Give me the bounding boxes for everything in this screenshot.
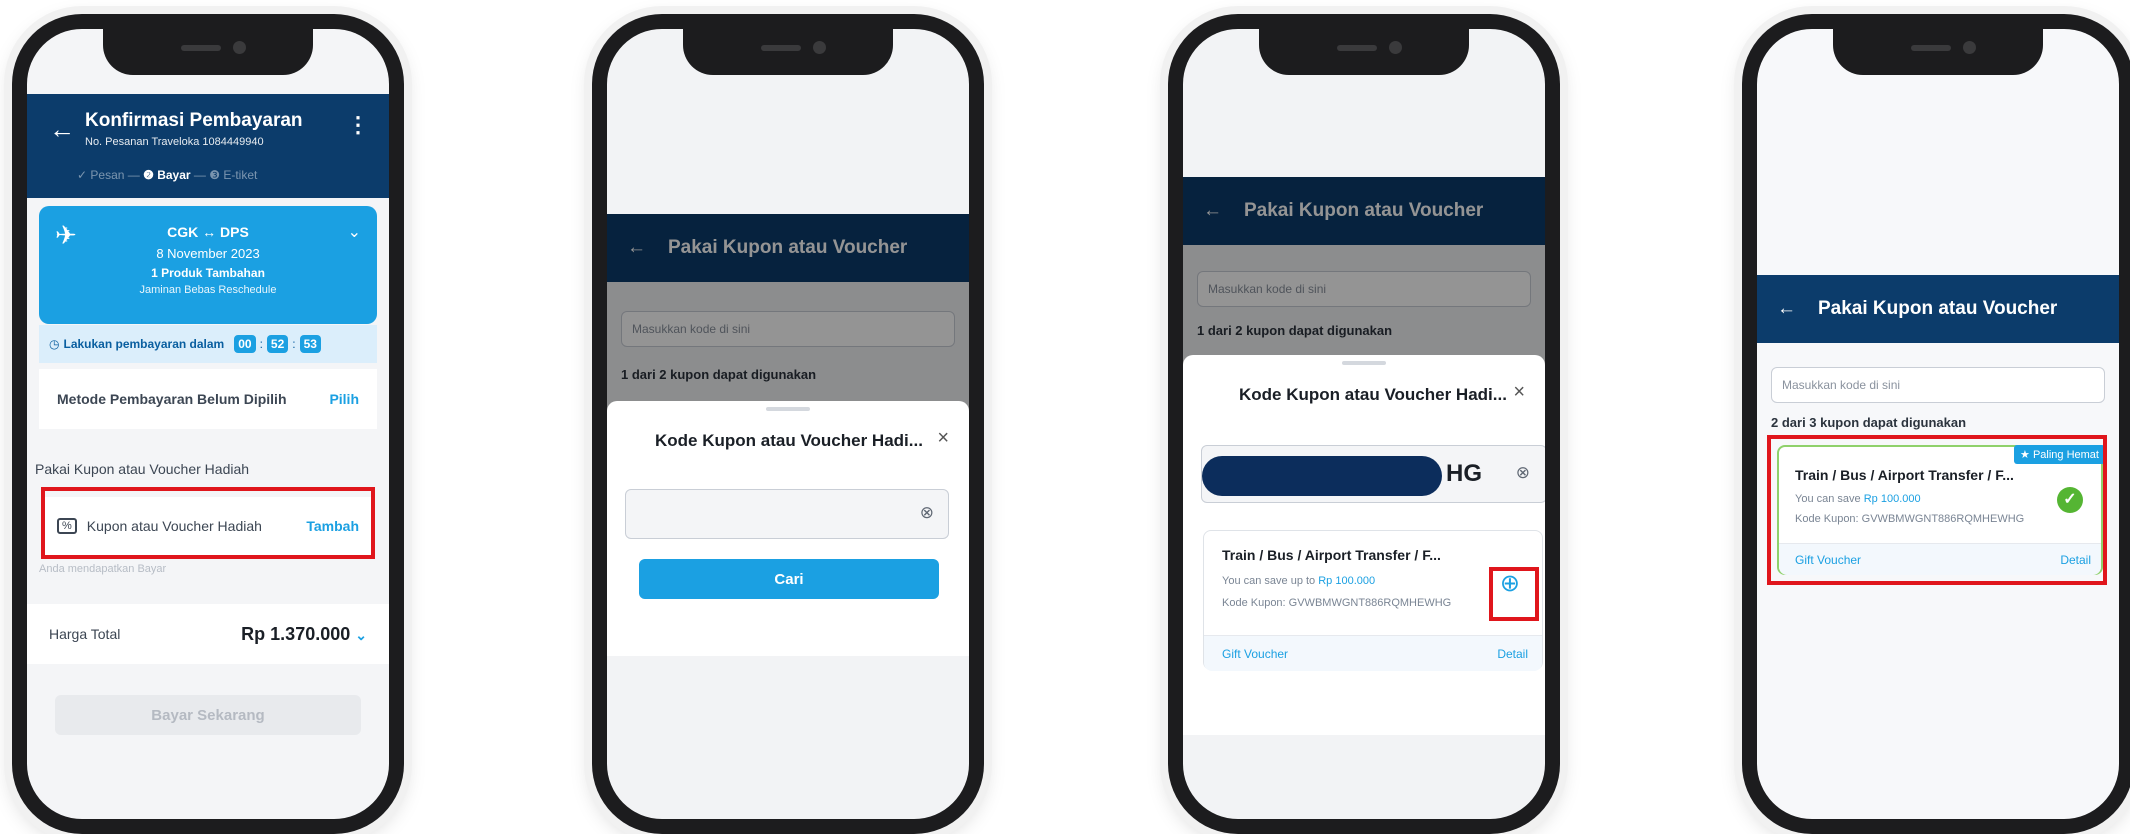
flight-date: 8 November 2023 [156, 246, 260, 261]
phone-3: ← Pakai Kupon atau Voucher Masukkan kode… [1168, 14, 1560, 834]
sheet-code-input[interactable]: HG ⊗ [1201, 445, 1545, 503]
highlight-box [1767, 435, 2107, 585]
back-arrow-icon[interactable]: ← [1777, 298, 1796, 320]
notch [1259, 29, 1469, 75]
sheet-title: Kode Kupon atau Voucher Hadi... [1239, 385, 1507, 404]
search-button[interactable]: Cari [639, 559, 939, 599]
coupon-amount: Rp 100.000 [1318, 575, 1376, 587]
flight-summary-card[interactable]: ✈ CGK ↔ DPS 8 November 2023 1 Produk Tam… [39, 206, 377, 324]
notch [103, 29, 313, 75]
more-menu-icon[interactable]: ⋮ [347, 112, 369, 138]
clear-input-icon[interactable]: ⊗ [920, 503, 934, 523]
highlight-box [1489, 567, 1539, 621]
chevron-down-icon[interactable]: ⌄ [348, 222, 361, 242]
close-icon[interactable]: × [937, 427, 949, 450]
order-number: No. Pesanan Traveloka 1084449940 [85, 136, 264, 148]
coupon-detail-link[interactable]: Detail [1497, 647, 1528, 661]
timer-label: Lakukan pembayaran dalam [63, 337, 225, 351]
flight-route: CGK ↔ DPS [167, 224, 249, 240]
coupon-code: Kode Kupon: GVWBMWGNT886RQMHEWHG [1222, 597, 1452, 609]
total-label: Harga Total [49, 626, 121, 642]
sheet-handle[interactable] [1342, 361, 1386, 365]
bottom-sheet: Kode Kupon atau Voucher Hadi... × HG ⊗ T… [1183, 355, 1545, 735]
code-input-placeholder: Masukkan kode di sini [1782, 378, 1901, 392]
pilih-link[interactable]: Pilih [329, 391, 359, 407]
total-price-row[interactable]: Harga Total Rp 1.370.000 ⌄ [27, 604, 389, 664]
phone-3-screen: ← Pakai Kupon atau Voucher Masukkan kode… [1183, 29, 1545, 819]
clock-icon: ◷ [49, 337, 60, 351]
dim-overlay[interactable] [607, 214, 969, 412]
bottom-sheet: Kode Kupon atau Voucher Hadi... × ⊗ Cari [607, 401, 969, 656]
step-bayar: ❷ Bayar [143, 168, 191, 182]
back-arrow-icon[interactable]: ← [49, 114, 75, 145]
search-button-label: Cari [774, 570, 804, 588]
timer-seconds: 53 [299, 335, 321, 353]
phone-4-screen: ← Pakai Kupon atau Voucher Masukkan kode… [1757, 29, 2119, 819]
voucher-section-title: Pakai Kupon atau Voucher Hadiah [35, 461, 250, 477]
phone-1: ← Konfirmasi Pembayaran No. Pesanan Trav… [12, 14, 404, 834]
timer-hours: 00 [234, 335, 256, 353]
code-input[interactable]: Masukkan kode di sini [1771, 367, 2105, 403]
sheet-handle[interactable] [766, 407, 810, 411]
payment-timer: ◷ Lakukan pembayaran dalam 00: 52: 53 [39, 325, 377, 363]
close-icon[interactable]: × [1513, 381, 1525, 404]
phone-1-screen: ← Konfirmasi Pembayaran No. Pesanan Trav… [27, 29, 389, 819]
dim-overlay[interactable] [1183, 177, 1545, 365]
voucher-header: ← Pakai Kupon atau Voucher [1757, 275, 2119, 343]
coupon-save-text: You can save up to Rp 100.000 [1222, 575, 1376, 587]
phone-2-screen: ← Pakai Kupon atau Voucher Masukkan kode… [607, 29, 969, 819]
header-title: Pakai Kupon atau Voucher [1818, 298, 2058, 319]
redacted-code-mask [1202, 456, 1442, 496]
phone-2: ← Pakai Kupon atau Voucher Masukkan kode… [592, 14, 984, 834]
progress-steps: ✓ Pesan — ❷ Bayar — ❸ E-tiket [77, 168, 258, 182]
step-pesan: ✓ Pesan [77, 168, 125, 182]
payment-header: ← Konfirmasi Pembayaran No. Pesanan Trav… [27, 94, 389, 198]
notch [1833, 29, 2043, 75]
available-count: 2 dari 3 kupon dapat digunakan [1771, 415, 1967, 430]
sheet-title: Kode Kupon atau Voucher Hadi... [655, 431, 923, 450]
pay-now-button[interactable]: Bayar Sekarang [55, 695, 361, 735]
chevron-down-icon[interactable]: ⌄ [355, 627, 367, 643]
payment-method-row[interactable]: Metode Pembayaran Belum Dipilih Pilih [39, 369, 377, 429]
phone-4: ← Pakai Kupon atau Voucher Masukkan kode… [1742, 14, 2130, 834]
sheet-code-input[interactable]: ⊗ [625, 489, 949, 539]
payment-method-label: Metode Pembayaran Belum Dipilih [57, 391, 287, 407]
pay-now-label: Bayar Sekarang [151, 706, 265, 724]
coupon-footer: Gift Voucher Detail [1204, 635, 1542, 671]
addon-count: 1 Produk Tambahan [151, 266, 265, 280]
highlight-box [41, 487, 375, 559]
clear-input-icon[interactable]: ⊗ [1516, 463, 1530, 483]
timer-minutes: 52 [266, 335, 289, 353]
coupon-name: Train / Bus / Airport Transfer / F... [1222, 547, 1441, 563]
addon-detail: Jaminan Bebas Reschedule [139, 284, 277, 296]
total-value-wrap: Rp 1.370.000 ⌄ [241, 624, 367, 645]
notch [683, 29, 893, 75]
code-suffix: HG [1446, 460, 1482, 487]
step-etiket: E-tiket [223, 168, 258, 182]
points-text: Anda mendapatkan Bayar [39, 563, 167, 575]
total-value: Rp 1.370.000 [241, 623, 351, 644]
page-title: Konfirmasi Pembayaran [85, 110, 303, 131]
coupon-type: Gift Voucher [1222, 647, 1289, 661]
